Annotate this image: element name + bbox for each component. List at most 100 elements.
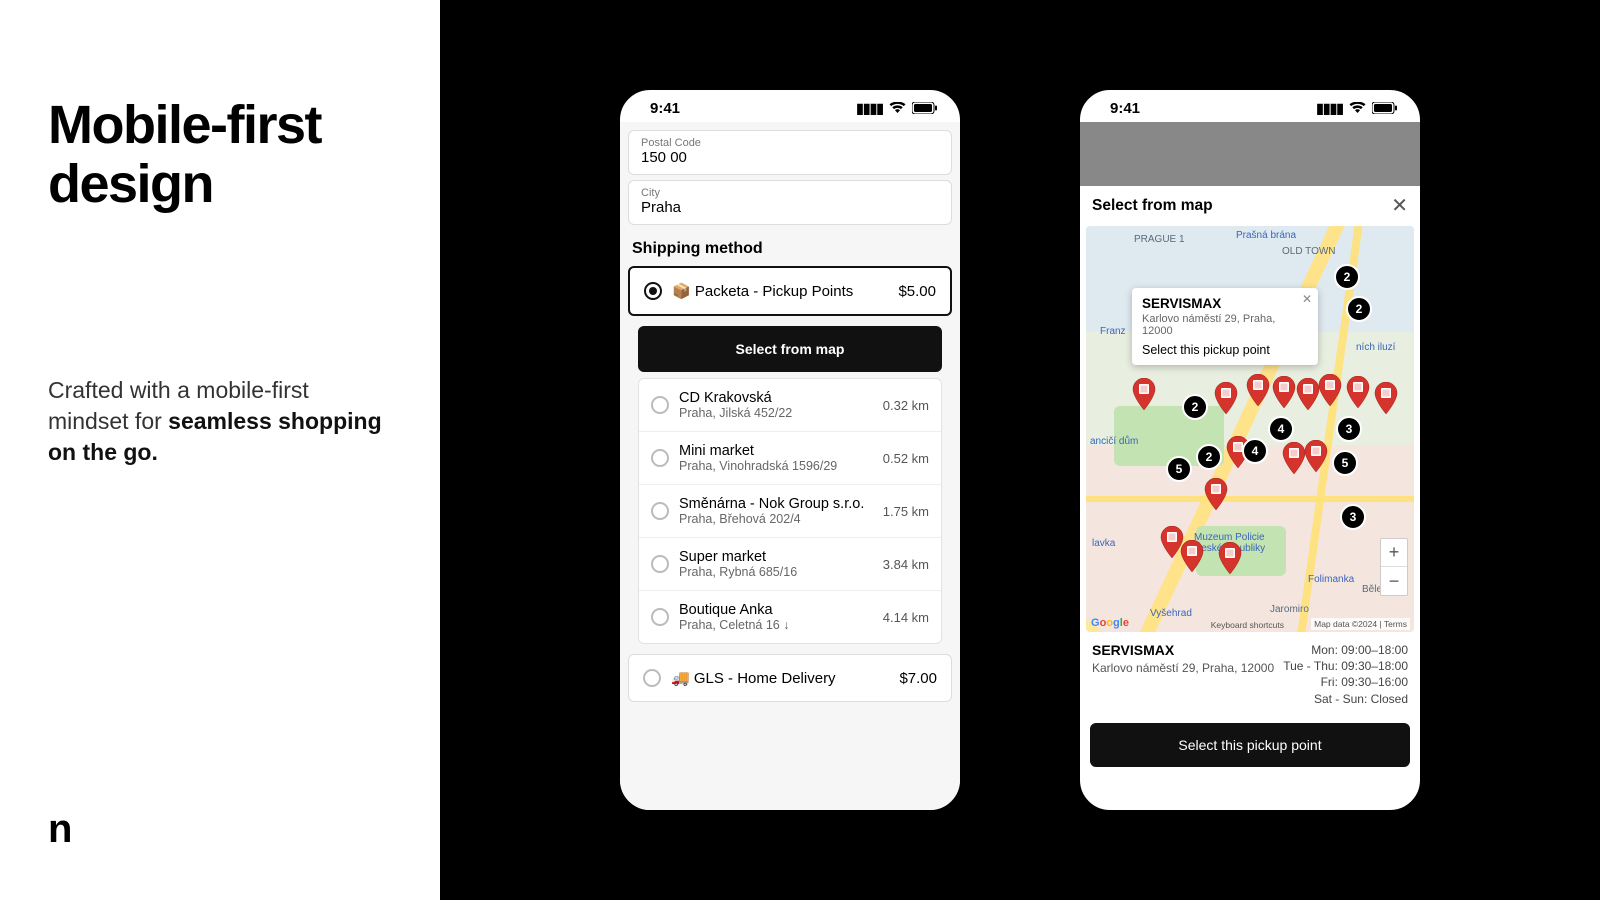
shipping-method-heading: Shipping method xyxy=(632,240,948,258)
pickup-distance: 4.14 km xyxy=(883,610,929,625)
pickup-item[interactable]: Mini market Praha, Vinohradská 1596/29 0… xyxy=(639,431,941,484)
map-cluster-badge[interactable]: 5 xyxy=(1332,450,1358,476)
map-label: ancičí dům xyxy=(1090,436,1138,447)
pickup-addr: Praha, Vinohradská 1596/29 xyxy=(679,459,873,473)
close-icon[interactable]: ✕ xyxy=(1391,196,1408,216)
map-modal-header: Select from map ✕ xyxy=(1080,186,1420,226)
headline-line-1: Mobile-first xyxy=(48,95,321,155)
package-icon: 📦 xyxy=(672,283,691,300)
map-keyboard-shortcuts[interactable]: Keyboard shortcuts xyxy=(1211,620,1284,630)
pickup-addr: Praha, Celetná 16 ↓ xyxy=(679,618,873,632)
shipping-method-packeta[interactable]: 📦 Packeta - Pickup Points $5.00 xyxy=(628,266,952,316)
method-price: $5.00 xyxy=(898,283,936,300)
status-bar: 9:41 ▮▮▮▮ xyxy=(620,90,960,122)
infowindow-close-icon[interactable]: ✕ xyxy=(1302,292,1312,306)
infowindow-select-link[interactable]: Select this pickup point xyxy=(1142,343,1308,357)
select-from-map-button[interactable]: Select from map xyxy=(638,326,942,372)
infowindow-title: SERVISMAX xyxy=(1142,296,1308,311)
postal-code-label: Postal Code xyxy=(641,137,939,149)
pickup-item[interactable]: Směnárna - Nok Group s.r.o. Praha, Břeho… xyxy=(639,484,941,537)
pickup-addr: Praha, Jilská 452/22 xyxy=(679,406,873,420)
radio-icon xyxy=(651,396,669,414)
zoom-out-button[interactable]: − xyxy=(1381,567,1407,595)
map-cluster-badge[interactable]: 5 xyxy=(1166,456,1192,482)
pickup-name: Směnárna - Nok Group s.r.o. xyxy=(679,496,873,512)
scroll-down-icon: ↓ xyxy=(783,618,789,632)
truck-icon: 🚚 xyxy=(671,670,690,687)
signal-icon: ▮▮▮▮ xyxy=(1316,100,1343,117)
logo-icon: n xyxy=(48,807,392,852)
map-pin-icon[interactable] xyxy=(1318,374,1342,406)
pickup-point-list: CD Krakovská Praha, Jilská 452/22 0.32 k… xyxy=(638,378,942,644)
shipping-method-gls[interactable]: 🚚 GLS - Home Delivery $7.00 xyxy=(628,654,952,702)
phone-map-picker: 9:41 ▮▮▮▮ Select from map ✕ PRAGUE 1 Pra… xyxy=(1070,80,1430,820)
map-canvas[interactable]: PRAGUE 1 Prašná brána OLD TOWN Muzeum Po… xyxy=(1086,226,1414,632)
city-value: Praha xyxy=(641,199,939,216)
pickup-name: CD Krakovská xyxy=(679,390,873,406)
selected-pickup-name: SERVISMAX xyxy=(1092,642,1275,658)
map-pin-icon[interactable] xyxy=(1246,374,1270,406)
google-logo: Google xyxy=(1091,617,1129,629)
map-cluster-badge[interactable]: 2 xyxy=(1182,394,1208,420)
postal-code-value: 150 00 xyxy=(641,149,939,166)
method-label: 🚚 GLS - Home Delivery xyxy=(671,669,889,687)
map-pin-icon[interactable] xyxy=(1180,540,1204,572)
signal-icon: ▮▮▮▮ xyxy=(856,100,883,117)
map-modal-title: Select from map xyxy=(1092,197,1213,215)
map-label: Vyšehrad xyxy=(1150,608,1192,619)
pickup-item[interactable]: CD Krakovská Praha, Jilská 452/22 0.32 k… xyxy=(639,379,941,431)
wifi-icon xyxy=(889,102,906,114)
map-pin-icon[interactable] xyxy=(1282,442,1306,474)
pickup-distance: 0.52 km xyxy=(883,451,929,466)
status-bar: 9:41 ▮▮▮▮ xyxy=(1080,90,1420,122)
radio-selected-icon xyxy=(644,282,662,300)
map-cluster-badge[interactable]: 2 xyxy=(1334,264,1360,290)
subtext: Crafted with a mobile-first mindset for … xyxy=(48,375,392,468)
pickup-item[interactable]: Super market Praha, Rybná 685/16 3.84 km xyxy=(639,537,941,590)
infowindow-address: Karlovo náměstí 29, Praha, 12000 xyxy=(1142,313,1308,337)
radio-icon xyxy=(651,608,669,626)
map-cluster-badge[interactable]: 2 xyxy=(1196,444,1222,470)
map-pin-icon[interactable] xyxy=(1296,378,1320,410)
map-label: ních iluzí xyxy=(1356,342,1395,353)
dimmed-overlay xyxy=(1080,122,1420,186)
select-pickup-button[interactable]: Select this pickup point xyxy=(1090,723,1410,767)
postal-code-field[interactable]: Postal Code 150 00 xyxy=(628,130,952,175)
battery-icon xyxy=(1372,102,1398,114)
pickup-name: Mini market xyxy=(679,443,873,459)
map-cluster-badge[interactable]: 2 xyxy=(1346,296,1372,322)
map-cluster-badge[interactable]: 3 xyxy=(1336,416,1362,442)
map-pin-icon[interactable] xyxy=(1304,440,1328,472)
map-infowindow: ✕ SERVISMAX Karlovo náměstí 29, Praha, 1… xyxy=(1132,288,1318,365)
selected-pickup-hours: Mon: 09:00–18:00 Tue - Thu: 09:30–18:00 … xyxy=(1283,642,1408,707)
pickup-distance: 0.32 km xyxy=(883,398,929,413)
map-pin-icon[interactable] xyxy=(1218,542,1242,574)
map-pin-icon[interactable] xyxy=(1132,378,1156,410)
map-cluster-badge[interactable]: 4 xyxy=(1242,438,1268,464)
map-label: Folimanka xyxy=(1308,574,1354,585)
map-label: lavka xyxy=(1092,538,1115,549)
map-pin-icon[interactable] xyxy=(1272,376,1296,408)
map-pin-icon[interactable] xyxy=(1204,478,1228,510)
screen-body: Postal Code 150 00 City Praha Shipping m… xyxy=(620,122,960,810)
map-cluster-badge[interactable]: 3 xyxy=(1340,504,1366,530)
selected-pickup-panel: SERVISMAX Karlovo náměstí 29, Praha, 120… xyxy=(1080,632,1420,717)
map-pin-icon[interactable] xyxy=(1374,382,1398,414)
radio-icon xyxy=(651,502,669,520)
map-pin-icon[interactable] xyxy=(1214,382,1238,414)
radio-icon xyxy=(651,449,669,467)
method-price: $7.00 xyxy=(899,670,937,687)
headline: Mobile-first design xyxy=(48,96,392,215)
map-label: OLD TOWN xyxy=(1282,246,1336,257)
method-label: 📦 Packeta - Pickup Points xyxy=(672,282,888,300)
pickup-item[interactable]: Boutique Anka Praha, Celetná 16 ↓ 4.14 k… xyxy=(639,590,941,643)
map-label: Jaromiro xyxy=(1270,604,1309,615)
map-attribution: Map data ©2024 | Terms xyxy=(1311,618,1410,630)
city-label: City xyxy=(641,187,939,199)
selected-pickup-address: Karlovo náměstí 29, Praha, 12000 xyxy=(1092,661,1275,677)
phones-panel: 9:41 ▮▮▮▮ Postal Code 150 00 City Praha … xyxy=(440,0,1600,900)
zoom-in-button[interactable]: + xyxy=(1381,539,1407,567)
map-cluster-badge[interactable]: 4 xyxy=(1268,416,1294,442)
city-field[interactable]: City Praha xyxy=(628,180,952,225)
map-pin-icon[interactable] xyxy=(1346,376,1370,408)
